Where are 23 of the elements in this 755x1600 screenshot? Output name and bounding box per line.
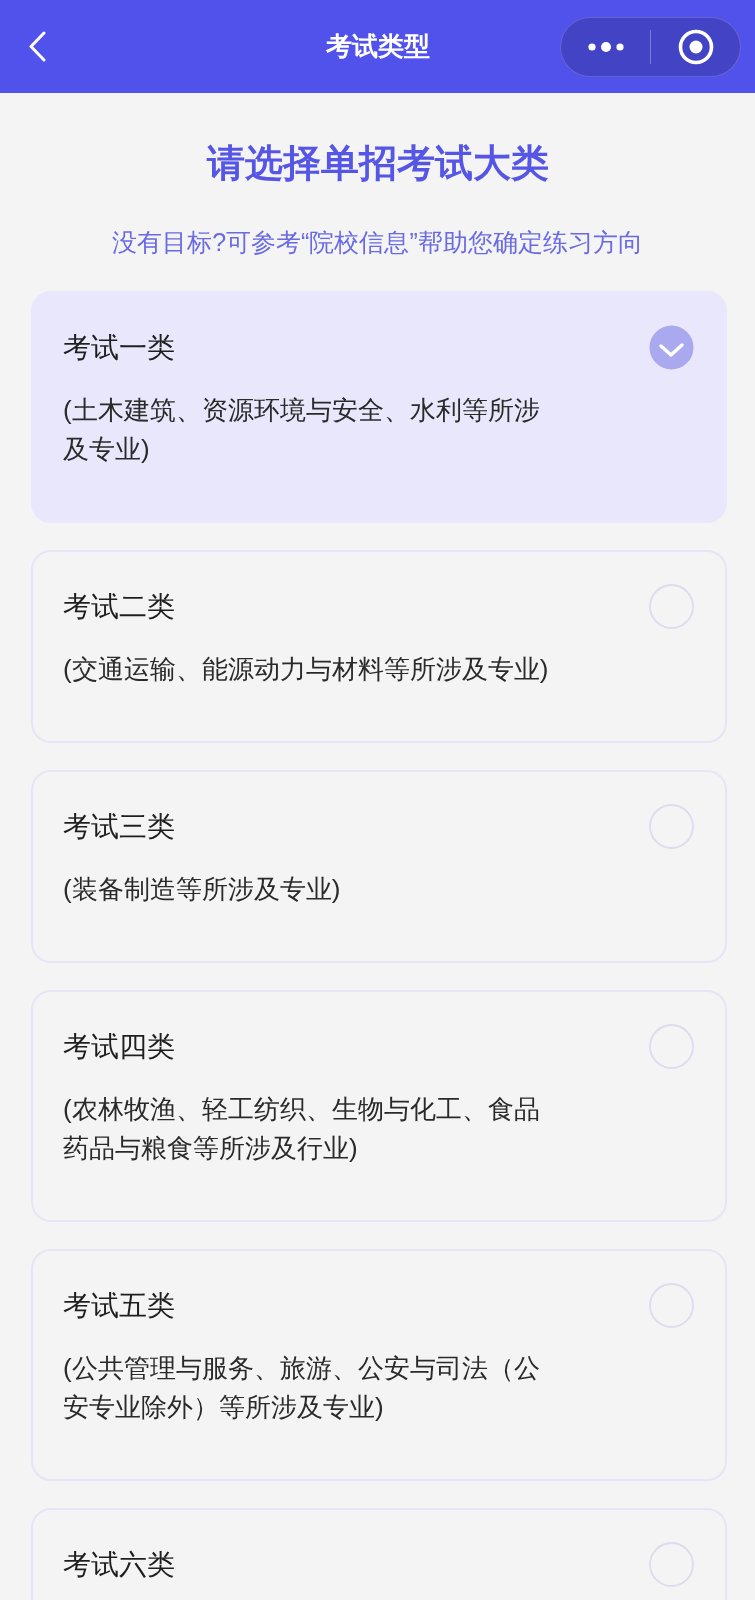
- hint-text: 没有目标?可参考“院校信息”帮助您确定练习方向: [111, 227, 644, 258]
- category-title: 考试六类: [63, 1547, 175, 1582]
- category-card[interactable]: 考试五类 (公共管理与服务、旅游、公安与司法（公 安专业除外）等所涉及专业): [31, 1249, 727, 1481]
- category-title: 考试三类: [63, 809, 175, 844]
- category-card[interactable]: 考试一类 (土木建筑、资源环境与安全、水利等所涉 及专业): [31, 291, 727, 523]
- category-description: (公共管理与服务、旅游、公安与司法（公 安专业除外）等所涉及专业): [63, 1352, 541, 1424]
- back-icon[interactable]: [26, 31, 48, 62]
- category-description: (农林牧渔、轻工纺织、生物与化工、食品 药品与粮食等所涉及行业): [63, 1093, 541, 1165]
- category-description: (土木建筑、资源环境与安全、水利等所涉 及专业): [63, 394, 541, 466]
- page-title: 考试类型: [325, 30, 430, 63]
- category-description: (交通运输、能源动力与材料等所涉及专业): [63, 653, 550, 686]
- category-title: 考试一类: [63, 330, 175, 365]
- target-icon[interactable]: [677, 28, 714, 65]
- category-card[interactable]: 考试四类 (农林牧渔、轻工纺织、生物与化工、食品 药品与粮食等所涉及行业): [31, 990, 727, 1222]
- category-title: 考试五类: [63, 1288, 175, 1323]
- category-card[interactable]: 考试三类 (装备制造等所涉及专业): [31, 770, 727, 963]
- category-title: 考试二类: [63, 589, 175, 624]
- category-card[interactable]: 考试六类: [31, 1508, 727, 1600]
- category-description: (装备制造等所涉及专业): [63, 873, 342, 906]
- category-title: 考试四类: [63, 1029, 175, 1064]
- heading: 请选择单招考试大类: [205, 141, 550, 186]
- category-card[interactable]: 考试二类 (交通运输、能源动力与材料等所涉及专业): [31, 550, 727, 743]
- more-icon[interactable]: [587, 40, 624, 53]
